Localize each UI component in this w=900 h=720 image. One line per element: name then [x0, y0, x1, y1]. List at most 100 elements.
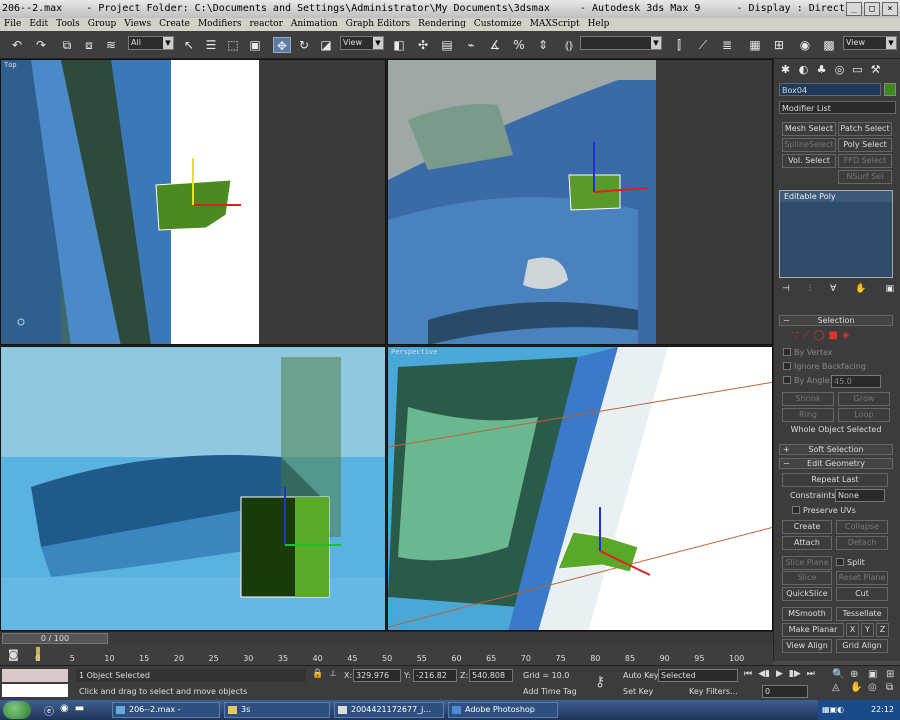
poly-select-button[interactable]: Poly Select: [838, 138, 892, 152]
named-selection-dropdown[interactable]: ▼: [580, 36, 662, 50]
rect-selection-icon[interactable]: ⬚: [224, 37, 242, 53]
keyboard-shortcut-icon[interactable]: ▤: [438, 37, 456, 53]
modifier-stack[interactable]: Editable Poly: [779, 190, 893, 278]
create-tab-icon[interactable]: ✱: [778, 62, 793, 77]
schematic-view-icon[interactable]: ⊞: [770, 37, 788, 53]
rotate-icon[interactable]: ↻: [295, 37, 313, 53]
menu-modifiers[interactable]: Modifiers: [198, 18, 242, 31]
lock-selection-icon[interactable]: 🔒: [312, 669, 323, 679]
make-unique-icon[interactable]: ∀: [830, 284, 836, 296]
quickslice-button[interactable]: QuickSlice: [782, 587, 832, 601]
create-button[interactable]: Create: [782, 520, 832, 534]
key-icon[interactable]: ⚷: [595, 674, 605, 690]
split-checkbox[interactable]: Split: [836, 558, 865, 567]
loop-button[interactable]: Loop: [838, 408, 890, 422]
menu-create[interactable]: Create: [159, 18, 190, 31]
grow-button[interactable]: Grow: [838, 392, 890, 406]
menu-tools[interactable]: Tools: [56, 18, 80, 31]
viewport-left[interactable]: [0, 346, 386, 631]
edit-geometry-rollout[interactable]: − Edit Geometry: [779, 458, 893, 469]
grid-align-button[interactable]: Grid Align: [836, 639, 888, 653]
media-icon[interactable]: ◉: [60, 703, 69, 718]
ring-button[interactable]: Ring: [782, 408, 834, 422]
y-coord-input[interactable]: -216.82: [413, 669, 457, 682]
task-3dsmax[interactable]: 206--2.max -: [112, 702, 220, 718]
reset-plane-button[interactable]: Reset Plane: [836, 571, 888, 585]
material-editor-icon[interactable]: ◉: [796, 37, 814, 53]
soft-selection-rollout[interactable]: + Soft Selection: [779, 444, 893, 455]
x-coord-input[interactable]: 329.976: [353, 669, 401, 682]
time-slider[interactable]: 0 / 100: [2, 633, 108, 644]
object-name-field[interactable]: Box04: [779, 83, 881, 96]
menu-maxscript[interactable]: MAXScript: [530, 18, 580, 31]
minimize-button[interactable]: _: [846, 2, 862, 16]
link-icon[interactable]: ⧉: [58, 37, 76, 53]
track-bar[interactable]: ◙ 0 5 10 15 20 25 30 35 40 45 50 55 60 65 70 75 80 85 90 95…: [0, 645, 773, 665]
select-by-name-icon[interactable]: ☰: [202, 37, 220, 53]
arc-rotate-icon[interactable]: ◎: [868, 682, 884, 693]
modify-tab-icon[interactable]: ◐: [796, 62, 811, 77]
move-icon[interactable]: ✥: [273, 37, 291, 53]
maxscript-input[interactable]: [2, 684, 68, 697]
redo-icon[interactable]: ↷: [32, 37, 50, 53]
menu-rendering[interactable]: Rendering: [418, 18, 466, 31]
ie-icon[interactable]: ⓔ: [44, 703, 54, 718]
mirror-icon[interactable]: ⫿: [670, 37, 688, 53]
play-icon[interactable]: ▶: [776, 669, 783, 679]
show-end-result-icon[interactable]: ⫶: [809, 284, 811, 296]
z-coord-input[interactable]: 540.808: [469, 669, 513, 682]
previous-frame-icon[interactable]: ◀▮: [758, 669, 770, 679]
pin-stack-icon[interactable]: ⊣: [782, 284, 790, 296]
viewport-perspective-label[interactable]: Perspective: [391, 348, 437, 356]
object-color-swatch[interactable]: [884, 83, 896, 96]
bind-space-warp-icon[interactable]: ≋: [102, 37, 120, 53]
window-crossing-icon[interactable]: ▣: [246, 37, 264, 53]
selection-filter-dropdown[interactable]: All ▼: [128, 36, 174, 50]
tessellate-button[interactable]: Tessellate: [836, 607, 888, 621]
collapse-button[interactable]: Collapse: [836, 520, 888, 534]
planar-z-button[interactable]: Z: [876, 623, 889, 637]
task-photoshop[interactable]: Adobe Photoshop: [448, 702, 558, 718]
spinner-snap-icon[interactable]: ⇕: [534, 37, 552, 53]
set-key-button[interactable]: Set Key: [620, 685, 658, 698]
scale-icon[interactable]: ◪: [317, 37, 335, 53]
preserve-uvs-checkbox[interactable]: Preserve UVs: [792, 506, 856, 515]
hierarchy-tab-icon[interactable]: ♣: [814, 62, 829, 77]
stack-item-editable-poly[interactable]: Editable Poly: [780, 191, 892, 202]
planar-x-button[interactable]: X: [846, 623, 859, 637]
render-scene-icon[interactable]: ▩: [820, 37, 838, 53]
angle-snap-icon[interactable]: ∡: [486, 37, 504, 53]
align-icon[interactable]: ⟋: [694, 37, 712, 53]
menu-group[interactable]: Group: [88, 18, 116, 31]
key-filters-button[interactable]: Key Filters...: [686, 685, 738, 698]
zoom-extents-icon[interactable]: ▣: [868, 669, 884, 680]
spline-select-button[interactable]: SplineSelect: [782, 138, 836, 152]
field-of-view-icon[interactable]: ◬: [832, 682, 848, 693]
patch-select-button[interactable]: Patch Select: [838, 122, 892, 136]
task-image[interactable]: 2004421172677_j...: [334, 702, 444, 718]
tray-icons[interactable]: ▦▣◐: [822, 700, 844, 720]
pan-icon[interactable]: ✋: [850, 682, 866, 693]
pivot-center-icon[interactable]: ◧: [390, 37, 408, 53]
menu-views[interactable]: Views: [124, 18, 151, 31]
render-type-dropdown[interactable]: View ▼: [843, 36, 897, 50]
repeat-last-button[interactable]: Repeat Last: [782, 473, 888, 487]
mesh-select-button[interactable]: Mesh Select: [782, 122, 836, 136]
ref-coord-dropdown[interactable]: View ▼: [340, 36, 384, 50]
maxscript-listener-mini[interactable]: [2, 669, 68, 682]
vol-select-button[interactable]: Vol. Select: [782, 154, 836, 168]
folder-icon[interactable]: ▬: [75, 703, 84, 718]
add-time-tag-button[interactable]: Add Time Tag: [520, 685, 590, 698]
unlink-icon[interactable]: ⧈: [80, 37, 98, 53]
menu-help[interactable]: Help: [588, 18, 610, 31]
attach-button[interactable]: Attach: [782, 536, 832, 550]
close-button[interactable]: ×: [882, 2, 898, 16]
by-vertex-checkbox[interactable]: By Vertex: [783, 348, 832, 357]
detach-button[interactable]: Detach: [836, 536, 888, 550]
menu-reactor[interactable]: reactor: [250, 18, 283, 31]
menu-animation[interactable]: Animation: [291, 18, 338, 31]
viewport-top-label[interactable]: Top: [4, 61, 17, 69]
cut-button[interactable]: Cut: [836, 587, 888, 601]
menu-customize[interactable]: Customize: [474, 18, 522, 31]
configure-sets-icon[interactable]: ▣: [885, 284, 894, 296]
